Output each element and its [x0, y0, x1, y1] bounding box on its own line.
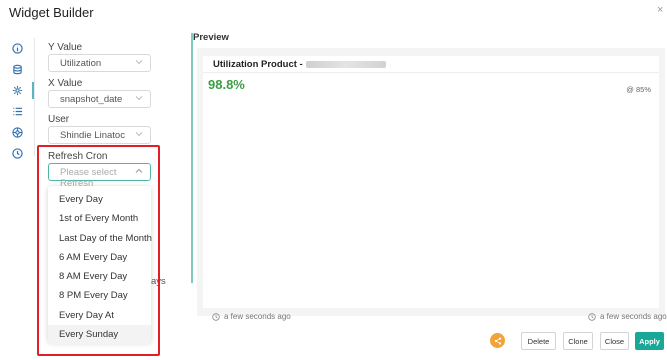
user-select[interactable]: Shindie Linatoc: [48, 126, 151, 144]
footer-time-right: a few seconds ago: [588, 312, 667, 321]
info-icon[interactable]: [0, 38, 34, 59]
window-title: Widget Builder: [9, 5, 94, 20]
footer-time-left-text: a few seconds ago: [224, 312, 291, 321]
redacted-user-name: [305, 60, 386, 68]
widget-value: 98.8%: [208, 77, 245, 92]
preview-widget-card: Utilization Product - 98.8% @ 85%: [203, 56, 659, 308]
close-button[interactable]: Close: [600, 332, 629, 350]
user-selected: Shindie Linatoc: [60, 130, 125, 141]
y-value-selected: Utilization: [60, 58, 102, 69]
share-button[interactable]: [490, 333, 505, 348]
x-value-selected: snapshot_date: [60, 94, 123, 105]
dropdown-option-every-day-at[interactable]: Every Day At: [48, 306, 151, 325]
clock-icon: [212, 312, 220, 321]
clone-button[interactable]: Clone: [563, 332, 593, 350]
obscured-text-fragment: ays: [151, 276, 166, 287]
sidebar-icon-rail: [0, 38, 34, 164]
preview-accent-bar: [191, 33, 193, 283]
x-value-label: X Value: [48, 78, 83, 89]
x-value-select[interactable]: snapshot_date: [48, 90, 151, 108]
dropdown-option-every-sunday[interactable]: Every Sunday: [48, 325, 151, 345]
clock-icon: [588, 312, 596, 321]
database-icon[interactable]: [0, 59, 34, 80]
chevron-up-icon: [135, 168, 143, 173]
close-icon[interactable]: ×: [657, 4, 663, 16]
y-value-label: Y Value: [48, 42, 83, 53]
list-icon[interactable]: [0, 101, 34, 122]
share-icon: [494, 337, 501, 344]
chevron-down-icon: [135, 132, 143, 137]
refresh-cron-dropdown: Every Day 1st of Every Month Last Day of…: [48, 186, 152, 345]
dropdown-option-every-day[interactable]: Every Day: [48, 190, 151, 209]
card-divider: [203, 72, 659, 73]
delete-button[interactable]: Delete: [521, 332, 556, 350]
chevron-down-icon: [135, 60, 143, 65]
footer-time-left: a few seconds ago: [212, 312, 291, 321]
dropdown-option-6am-every-day[interactable]: 6 AM Every Day: [48, 248, 151, 267]
widget-title-text: Utilization Product -: [213, 59, 303, 70]
clock-icon[interactable]: [0, 143, 34, 164]
preview-label: Preview: [193, 32, 229, 43]
settings-icon[interactable]: [0, 80, 34, 101]
dropdown-option-8am-every-day[interactable]: 8 AM Every Day: [48, 267, 151, 286]
refresh-cron-select[interactable]: Please select Refresh: [48, 163, 151, 189]
footer-time-right-text: a few seconds ago: [600, 312, 667, 321]
palette-icon[interactable]: [0, 122, 34, 143]
widget-title: Utilization Product -: [213, 59, 386, 70]
refresh-cron-label: Refresh Cron: [48, 151, 108, 162]
apply-button[interactable]: Apply: [635, 332, 664, 350]
sidebar-divider: [34, 38, 35, 156]
chevron-down-icon: [135, 96, 143, 101]
dropdown-option-8pm-every-day[interactable]: 8 PM Every Day: [48, 286, 151, 305]
user-label: User: [48, 114, 70, 125]
y-value-select[interactable]: Utilization: [48, 54, 151, 72]
widget-target: @ 85%: [626, 85, 651, 94]
dropdown-option-1st-of-every-month[interactable]: 1st of Every Month: [48, 209, 151, 228]
dropdown-option-last-day-of-month[interactable]: Last Day of the Month: [48, 229, 152, 248]
